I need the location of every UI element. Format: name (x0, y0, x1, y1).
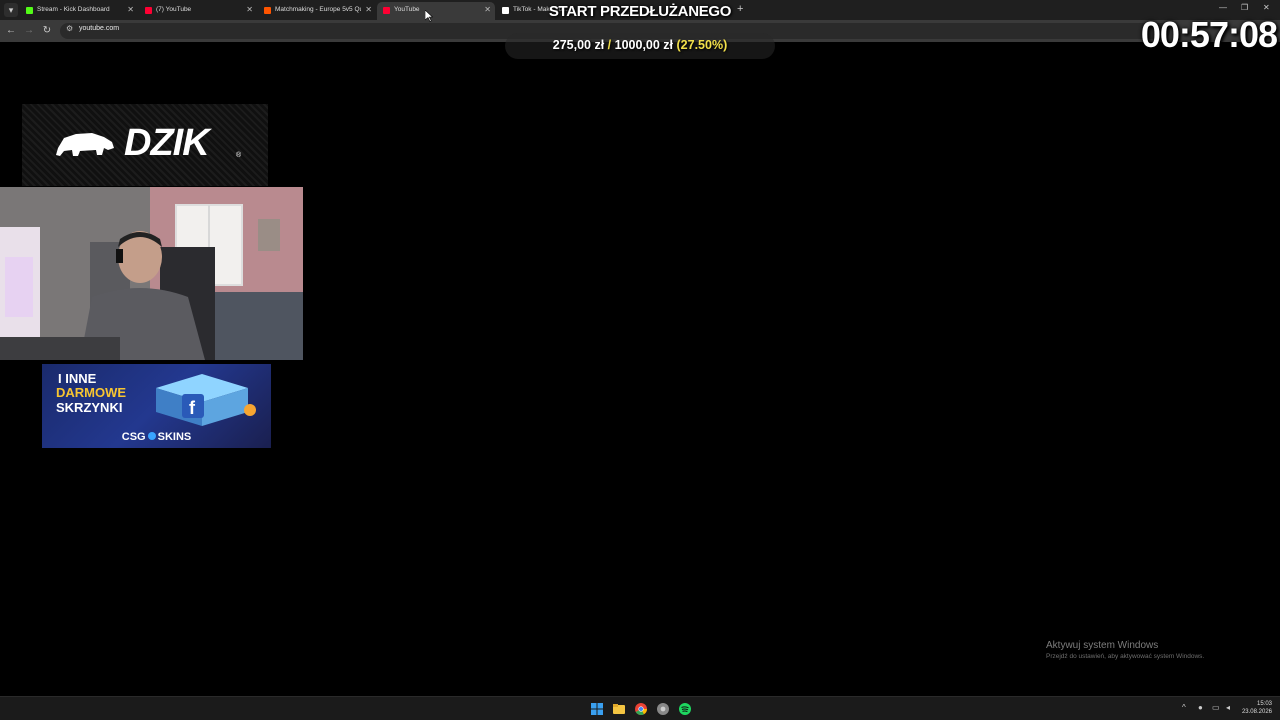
banner-brand: CSG SKINS (42, 431, 271, 443)
banner-brand-right: SKINS (157, 431, 192, 443)
close-window-icon[interactable]: ✕ (1263, 3, 1270, 12)
goal-target: 1000,00 zł (614, 38, 674, 52)
banner-line-1: I INNE (58, 371, 97, 386)
banner-brand-left: CSG (121, 431, 146, 443)
file-explorer-icon[interactable] (612, 702, 626, 716)
goal-title: START PRZEDŁUŻANEGO (548, 3, 732, 20)
forward-arrow-icon[interactable]: → (22, 24, 36, 38)
reload-icon[interactable]: ↻ (40, 24, 54, 38)
youtube-favicon-icon (383, 7, 390, 14)
microphone-icon[interactable]: ● (1198, 703, 1203, 712)
tab-close-icon[interactable]: ✕ (484, 2, 491, 18)
registered-mark: ® (236, 152, 242, 159)
stream-timer: 00:57:08 (1140, 14, 1278, 55)
windows-activation-title: Aktywuj system Windows (1046, 640, 1159, 651)
boar-icon (56, 133, 114, 156)
loot-crate-icon: f (156, 374, 256, 426)
mouse-cursor-icon (425, 10, 433, 22)
csgo-skins-banner: f I INNE DARMOWE SKRZYNKI CSG SKINS (42, 364, 271, 448)
tab-youtube-active[interactable]: YouTube ✕ (377, 2, 495, 20)
goal-separator: / (607, 38, 612, 52)
youtube-favicon-icon (145, 7, 152, 14)
address-url[interactable]: youtube.com (79, 25, 119, 32)
windows-taskbar: ^ ● ▭ ◂ 15:03 23.08.2026 (0, 696, 1280, 720)
goal-percent: (27.50%) (676, 38, 728, 52)
network-monitor-icon[interactable]: ▭ (1212, 703, 1220, 712)
back-arrow-icon[interactable]: ← (4, 24, 18, 38)
system-clock[interactable]: 15:03 23.08.2026 (1238, 700, 1272, 716)
tray-chevron-up-icon[interactable]: ^ (1182, 703, 1186, 712)
tab-kick-dashboard[interactable]: Stream - Kick Dashboard ✕ (20, 2, 138, 20)
banner-line-3: SKRZYNKI (56, 400, 123, 415)
tab-label: Stream - Kick Dashboard (37, 6, 110, 13)
spotify-icon[interactable] (678, 702, 692, 716)
banner-line-2: DARMOWE (56, 385, 127, 400)
chrome-icon[interactable] (634, 702, 648, 716)
tab-close-icon[interactable]: ✕ (246, 2, 253, 18)
clock-date: 23.08.2026 (1241, 709, 1272, 715)
clock-time: 15:03 (1256, 701, 1272, 707)
brand-dot-icon (147, 432, 156, 440)
tab-close-icon[interactable]: ✕ (365, 2, 372, 18)
webcam-feed (0, 187, 303, 360)
windows-activation-subtitle: Przejdź do ustawień, aby aktywować syste… (1046, 653, 1205, 660)
faceit-favicon-icon (264, 7, 271, 14)
tiktok-favicon-icon (502, 7, 509, 14)
dzik-wordmark: DZIK (124, 122, 210, 164)
tab-matchmaking[interactable]: Matchmaking - Europe 5v5 Qu... ✕ (258, 2, 376, 20)
screen: ▾ Stream - Kick Dashboard ✕ (7) YouTube … (0, 0, 1280, 720)
goal-amount: 275,00 zł / 1000,00 zł (27.50%) (505, 38, 775, 52)
site-info-icon[interactable]: ⚙ (66, 24, 73, 33)
volume-icon[interactable]: ◂ (1226, 703, 1230, 712)
svg-text:f: f (189, 398, 196, 418)
minimize-icon[interactable]: — (1219, 3, 1227, 12)
tab-label: YouTube (394, 6, 420, 13)
start-windows-icon[interactable] (590, 702, 604, 716)
chrome-profile-icon[interactable] (656, 702, 670, 716)
tab-close-icon[interactable]: ✕ (127, 2, 134, 18)
goal-current: 275,00 zł (552, 38, 605, 52)
tab-label: Matchmaking - Europe 5v5 Qu... (275, 6, 361, 13)
tab-label: (7) YouTube (156, 6, 192, 13)
restore-icon[interactable]: ❐ (1241, 3, 1248, 12)
dzik-sponsor-logo: DZIK ® (22, 104, 268, 186)
kick-favicon-icon (26, 7, 33, 14)
tab-search-chevron-icon[interactable]: ▾ (4, 3, 18, 17)
webcam-scene (0, 187, 303, 360)
tab-youtube-7[interactable]: (7) YouTube ✕ (139, 2, 257, 20)
